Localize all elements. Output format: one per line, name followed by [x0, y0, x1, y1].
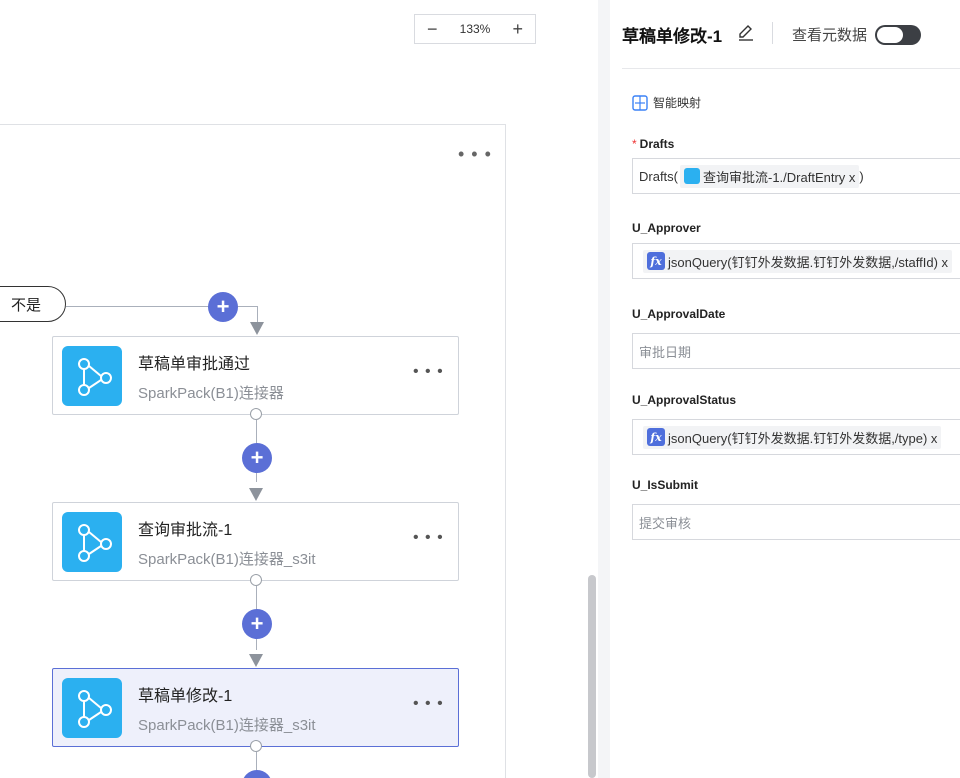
- node-subtitle: SparkPack(B1)连接器_s3it: [138, 717, 316, 734]
- connector-icon: [62, 678, 122, 738]
- field-label-is-submit: U_IsSubmit: [632, 478, 699, 492]
- zoom-out-button[interactable]: −: [427, 20, 438, 38]
- arrow-down-icon: [250, 322, 264, 335]
- node-title: 草稿单审批通过: [138, 356, 251, 373]
- node-title: 草稿单修改-1: [138, 688, 233, 705]
- field-label-approval-status: U_ApprovalStatus: [632, 393, 737, 407]
- header-divider: [622, 68, 960, 69]
- node-subtitle: SparkPack(B1)连接器_s3it: [138, 551, 316, 568]
- is-submit-field[interactable]: 提交审核: [632, 504, 960, 540]
- zoom-in-button[interactable]: +: [512, 20, 523, 38]
- add-step-button[interactable]: +: [242, 609, 272, 639]
- connector-line: [256, 752, 257, 772]
- flow-node-draft-modify[interactable]: 草稿单修改-1 SparkPack(B1)连接器_s3it • • •: [52, 668, 459, 747]
- mapping-tag[interactable]: 查询审批流-1./DraftEntry x: [680, 164, 860, 188]
- function-icon: fx: [647, 252, 665, 270]
- view-metadata-toggle[interactable]: [875, 25, 921, 45]
- workflow-canvas[interactable]: − 133% + • • • 不是 + 草稿单审批通过 SparkPack(B1…: [0, 0, 598, 778]
- field-label-drafts: * Drafts: [632, 137, 675, 151]
- connector-icon: [62, 512, 122, 572]
- mapping-tag[interactable]: fx jsonQuery(钉钉外发数据.钉钉外发数据,/type) x: [643, 425, 942, 449]
- node-config-panel: 草稿单修改-1 查看元数据 智能映射 * Drafts Drafts( 查询审批流…: [610, 0, 960, 778]
- node-more-button[interactable]: • • •: [413, 529, 444, 547]
- branch-more-button[interactable]: • • •: [458, 144, 492, 165]
- smart-mapping-icon: [632, 94, 648, 111]
- smart-mapping-label: 智能映射: [653, 96, 702, 110]
- mapping-tag[interactable]: fx jsonQuery(钉钉外发数据.钉钉外发数据,/staffId) x: [643, 249, 953, 273]
- add-step-button[interactable]: +: [208, 292, 238, 322]
- node-output-port[interactable]: [250, 408, 262, 420]
- approval-status-field[interactable]: fx jsonQuery(钉钉外发数据.钉钉外发数据,/type) x: [632, 419, 960, 455]
- field-label-approval-date: U_ApprovalDate: [632, 307, 726, 321]
- connector-icon: [62, 346, 122, 406]
- drafts-field[interactable]: Drafts( 查询审批流-1./DraftEntry x ): [632, 158, 960, 194]
- panel-divider[interactable]: [598, 0, 610, 778]
- node-more-button[interactable]: • • •: [413, 695, 444, 713]
- arrow-down-icon: [249, 654, 263, 667]
- view-metadata-label: 查看元数据: [792, 27, 868, 44]
- add-step-button[interactable]: +: [242, 443, 272, 473]
- condition-label[interactable]: 不是: [0, 286, 66, 322]
- approver-field[interactable]: fx jsonQuery(钉钉外发数据.钉钉外发数据,/staffId) x: [632, 243, 960, 279]
- arrow-down-icon: [249, 488, 263, 501]
- flow-node-approval-passed[interactable]: 草稿单审批通过 SparkPack(B1)连接器 • • •: [52, 336, 459, 415]
- header-separator: [772, 22, 773, 44]
- canvas-scrollbar[interactable]: [588, 575, 596, 778]
- function-icon: fx: [647, 428, 665, 446]
- flow-node-query-approval[interactable]: 查询审批流-1 SparkPack(B1)连接器_s3it • • •: [52, 502, 459, 581]
- node-title: 查询审批流-1: [138, 522, 233, 539]
- approval-date-field[interactable]: 审批日期: [632, 333, 960, 369]
- field-label-approver: U_Approver: [632, 221, 701, 235]
- zoom-level: 133%: [459, 22, 491, 36]
- connector-icon: [684, 168, 700, 184]
- zoom-control: − 133% +: [414, 14, 536, 44]
- node-more-button[interactable]: • • •: [413, 363, 444, 381]
- edit-pencil-icon[interactable]: [736, 22, 756, 42]
- node-subtitle: SparkPack(B1)连接器: [138, 385, 284, 402]
- node-output-port[interactable]: [250, 574, 262, 586]
- node-output-port[interactable]: [250, 740, 262, 752]
- smart-mapping-button[interactable]: 智能映射: [632, 94, 701, 111]
- panel-title: 草稿单修改-1: [622, 27, 723, 46]
